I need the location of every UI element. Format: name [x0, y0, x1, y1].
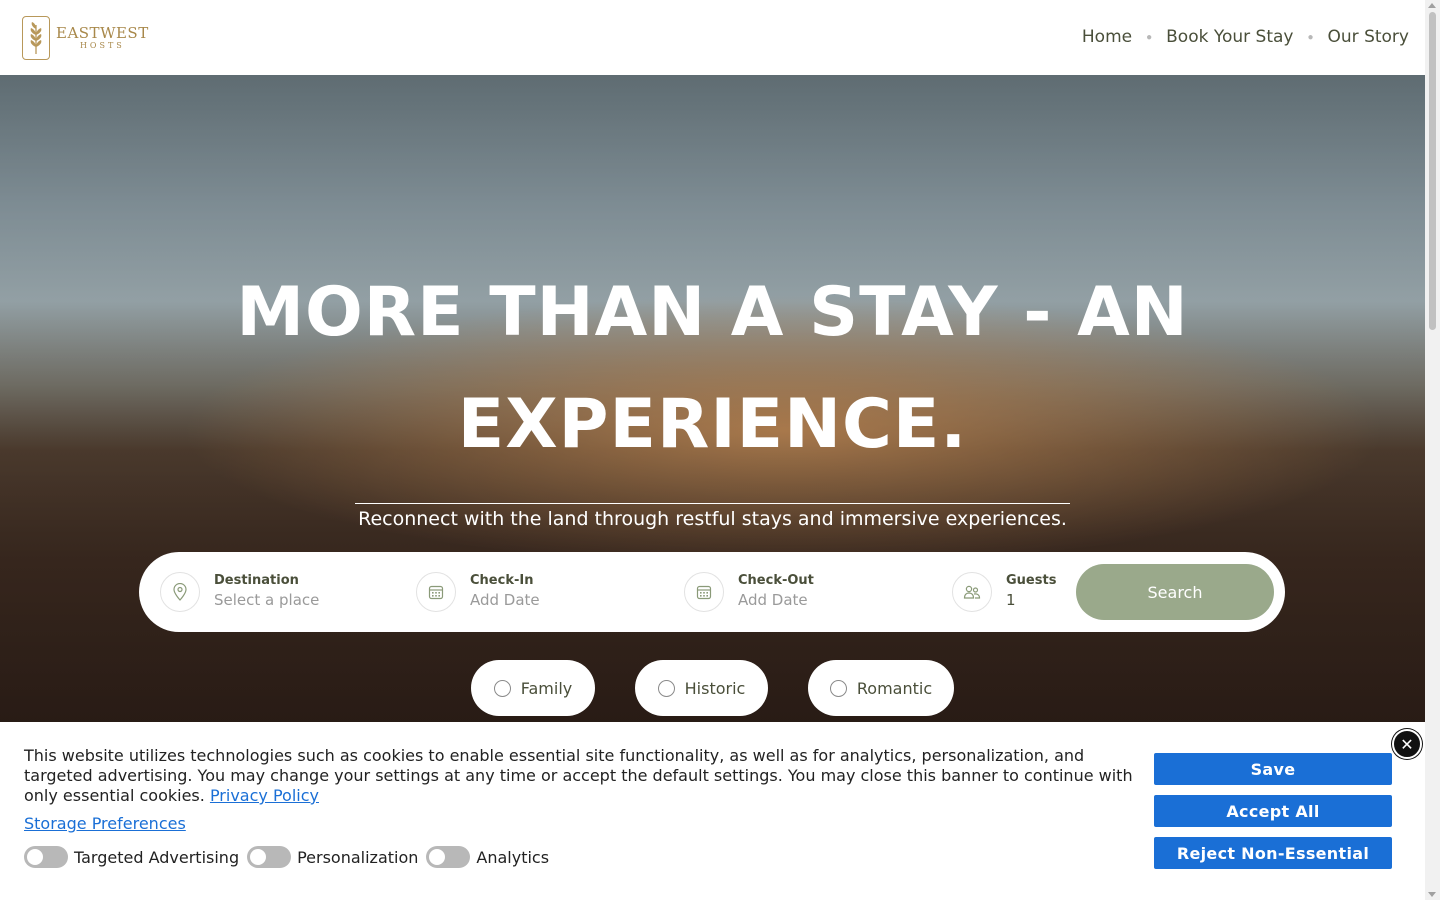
nav-separator: ● [1146, 31, 1153, 43]
scroll-down-icon[interactable] [1428, 892, 1436, 897]
cookie-banner: This website utilizes technologies such … [0, 722, 1425, 900]
scroll-up-icon[interactable] [1428, 3, 1436, 8]
destination-field[interactable]: Destination Select a place [160, 572, 319, 612]
scroll-thumb[interactable] [1429, 12, 1436, 330]
nav-home[interactable]: Home [1082, 27, 1132, 47]
nav-separator: ● [1307, 31, 1314, 43]
users-icon [952, 572, 992, 612]
filter-family-label: Family [520, 678, 573, 698]
checkout-input[interactable]: Add Date [738, 589, 814, 611]
logo-title: EASTWEST [56, 24, 149, 42]
close-icon[interactable]: ✕ [1392, 729, 1422, 759]
destination-input[interactable]: Select a place [214, 589, 319, 611]
main-nav: Home ● Book Your Stay ● Our Story [1082, 27, 1409, 47]
targeted-advertising-toggle[interactable] [24, 846, 68, 868]
reject-non-essential-button[interactable]: Reject Non-Essential [1154, 837, 1392, 869]
targeted-advertising-label: Targeted Advertising [74, 847, 240, 867]
logo-subtitle: HOSTS [79, 41, 125, 50]
radio-icon[interactable] [493, 679, 511, 697]
analytics-label: Analytics [476, 847, 550, 867]
nav-our-story[interactable]: Our Story [1328, 27, 1409, 47]
site-header: EASTWEST HOSTS Home ● Book Your Stay ● O… [0, 0, 1425, 75]
filter-romantic-label: Romantic [856, 678, 933, 698]
cookie-banner-text: This website utilizes technologies such … [24, 746, 1139, 806]
checkout-label: Check-Out [738, 573, 814, 588]
analytics-toggle[interactable] [426, 846, 471, 868]
cookie-toggles: Targeted Advertising Personalization Ana… [24, 846, 557, 868]
filter-romantic[interactable]: Romantic [808, 660, 954, 716]
filter-historic[interactable]: Historic [635, 660, 768, 716]
privacy-policy-link[interactable]: Privacy Policy [210, 786, 319, 805]
hero-section: MORE THAN A STAY - AN EXPERIENCE. Reconn… [0, 75, 1425, 722]
radio-icon[interactable] [657, 679, 675, 697]
cookie-message: This website utilizes technologies such … [24, 746, 1133, 805]
page-scrollbar[interactable] [1425, 0, 1440, 900]
personalization-label: Personalization [297, 847, 419, 867]
checkin-label: Check-In [470, 573, 534, 588]
storage-preferences-link[interactable]: Storage Preferences [24, 814, 186, 833]
calendar-icon [684, 572, 724, 612]
guests-field[interactable]: Guests 1 [952, 572, 1056, 612]
search-button[interactable]: Search [1076, 564, 1274, 620]
destination-label: Destination [214, 573, 299, 588]
radio-icon[interactable] [829, 679, 847, 697]
checkin-input[interactable]: Add Date [470, 589, 540, 611]
save-button[interactable]: Save [1154, 753, 1392, 785]
filter-historic-label: Historic [684, 678, 746, 698]
logo[interactable]: EASTWEST HOSTS [22, 16, 149, 60]
map-pin-icon [160, 572, 200, 612]
hero-title-line2: EXPERIENCE. [457, 385, 968, 464]
hero-title-line1: MORE THAN A STAY - AN [236, 273, 1189, 352]
checkin-field[interactable]: Check-In Add Date [416, 572, 540, 612]
checkout-field[interactable]: Check-Out Add Date [684, 572, 814, 612]
guests-input[interactable]: 1 [1006, 589, 1056, 611]
guests-label: Guests [1006, 573, 1057, 588]
personalization-toggle[interactable] [247, 846, 292, 868]
search-bar: Destination Select a place Check-In Add … [139, 552, 1285, 632]
nav-book-your-stay[interactable]: Book Your Stay [1166, 27, 1293, 47]
accept-all-button[interactable]: Accept All [1154, 795, 1392, 827]
filter-family[interactable]: Family [471, 660, 595, 716]
wheat-logo-icon [22, 16, 50, 60]
hero-subtitle: Reconnect with the land through restful … [355, 503, 1070, 530]
calendar-icon [416, 572, 456, 612]
